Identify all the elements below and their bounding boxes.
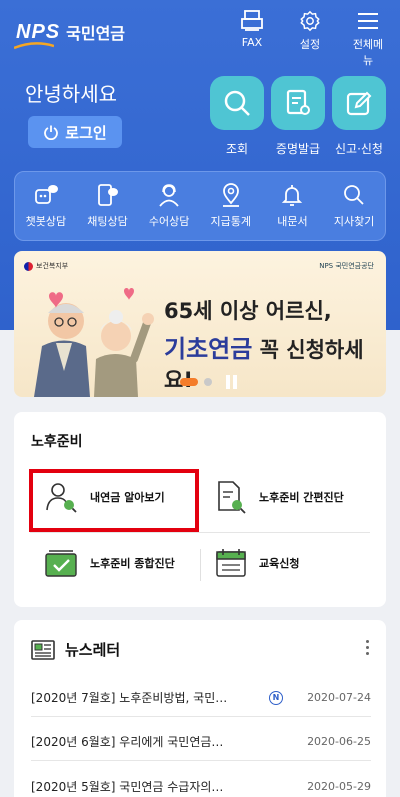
sign-language-icon — [159, 184, 179, 207]
service-menu-bar: 챗봇상담 채팅상담 수어상담 지급통계 내문서 지사찾기 — [14, 171, 386, 241]
hamburger-icon — [358, 13, 378, 29]
menu-payment-stats[interactable]: 지급통계 — [203, 183, 259, 229]
chat-icon — [98, 184, 119, 206]
banner-dot[interactable] — [204, 378, 212, 386]
menu-my-documents[interactable]: 내문서 — [264, 183, 320, 229]
new-badge: N — [269, 690, 283, 705]
edit-icon — [346, 91, 372, 116]
section-title: 노후준비 — [31, 434, 83, 450]
certificate-icon — [286, 89, 310, 115]
quick-inquiry-button[interactable]: 조회 — [210, 76, 264, 157]
checklist-icon — [45, 550, 77, 577]
login-button[interactable]: 로그인 — [28, 116, 122, 148]
logo-swoosh-icon — [14, 42, 54, 50]
quick-report-button[interactable]: 신고·신청 — [332, 76, 386, 157]
menu-chat[interactable]: 채팅상담 — [79, 183, 135, 229]
greeting-text: 안녕하세요 — [25, 82, 117, 106]
banner-dot-active[interactable] — [180, 378, 198, 386]
newsletter-header: 뉴스레터 — [31, 639, 120, 660]
fax-button[interactable]: FAX — [232, 10, 272, 68]
settings-button[interactable]: 설정 — [290, 10, 330, 68]
menu-sign-language[interactable]: 수어상담 — [141, 183, 197, 229]
banner-pagination — [180, 375, 238, 389]
bell-icon — [282, 185, 303, 206]
search-icon — [224, 90, 250, 116]
education-apply-button[interactable]: 교육신청 — [215, 548, 299, 578]
retirement-full-diagnosis-button[interactable]: 노후준비 종합진단 — [44, 548, 175, 578]
calendar-icon — [216, 549, 246, 577]
newsletter-item[interactable]: [2020년 5월호] 국민연금 수급자의… 2020-05-29 — [31, 767, 371, 797]
menu-find-branch[interactable]: 지사찾기 — [326, 183, 382, 229]
search-icon — [344, 185, 364, 205]
menu-chatbot[interactable]: 챗봇상담 — [18, 183, 74, 229]
newsletter-item[interactable]: [2020년 6월호] 우리에게 국민연금… 2020-06-25 — [31, 723, 371, 761]
fax-icon — [241, 10, 263, 31]
newsletter-item[interactable]: [2020년 7월호] 노후준비방법, 국민… N 2020-07-24 — [31, 679, 371, 717]
elderly-couple-illustration — [34, 288, 154, 397]
retirement-prep-card: 노후준비 내연금 알아보기 노후준비 간편진단 노후준비 종합진단 교육신청 — [14, 412, 386, 607]
quick-certificate-button[interactable]: 증명발급 — [271, 76, 325, 157]
promo-banner[interactable]: 보건복지부 NPS 국민연금공단 65세 이상 어르신, 기초연금 꼭 신청하세… — [14, 251, 386, 397]
divider — [30, 532, 370, 533]
retirement-quick-diagnosis-button[interactable]: 노후준비 간편진단 — [215, 480, 344, 514]
power-icon — [44, 125, 59, 140]
more-options-icon[interactable] — [366, 640, 370, 658]
org-logo: NPS 국민연금공단 — [319, 262, 374, 270]
all-menu-button[interactable]: 전체메뉴 — [348, 10, 388, 68]
highlight-box — [29, 469, 199, 532]
gear-icon — [300, 10, 320, 32]
newspaper-icon — [31, 639, 55, 660]
top-icons: FAX 설정 전체메뉴 — [232, 10, 388, 68]
chatbot-icon — [34, 185, 58, 204]
document-search-icon — [218, 481, 246, 514]
nps-logo[interactable]: NPS 국민연금 — [14, 20, 125, 50]
pause-icon[interactable] — [226, 375, 238, 389]
divider — [200, 549, 201, 581]
newsletter-card: 뉴스레터 [2020년 7월호] 노후준비방법, 국민… N 2020-07-2… — [14, 620, 386, 797]
location-icon — [222, 183, 239, 207]
banner-headline-1: 65세 이상 어르신, — [164, 299, 332, 323]
